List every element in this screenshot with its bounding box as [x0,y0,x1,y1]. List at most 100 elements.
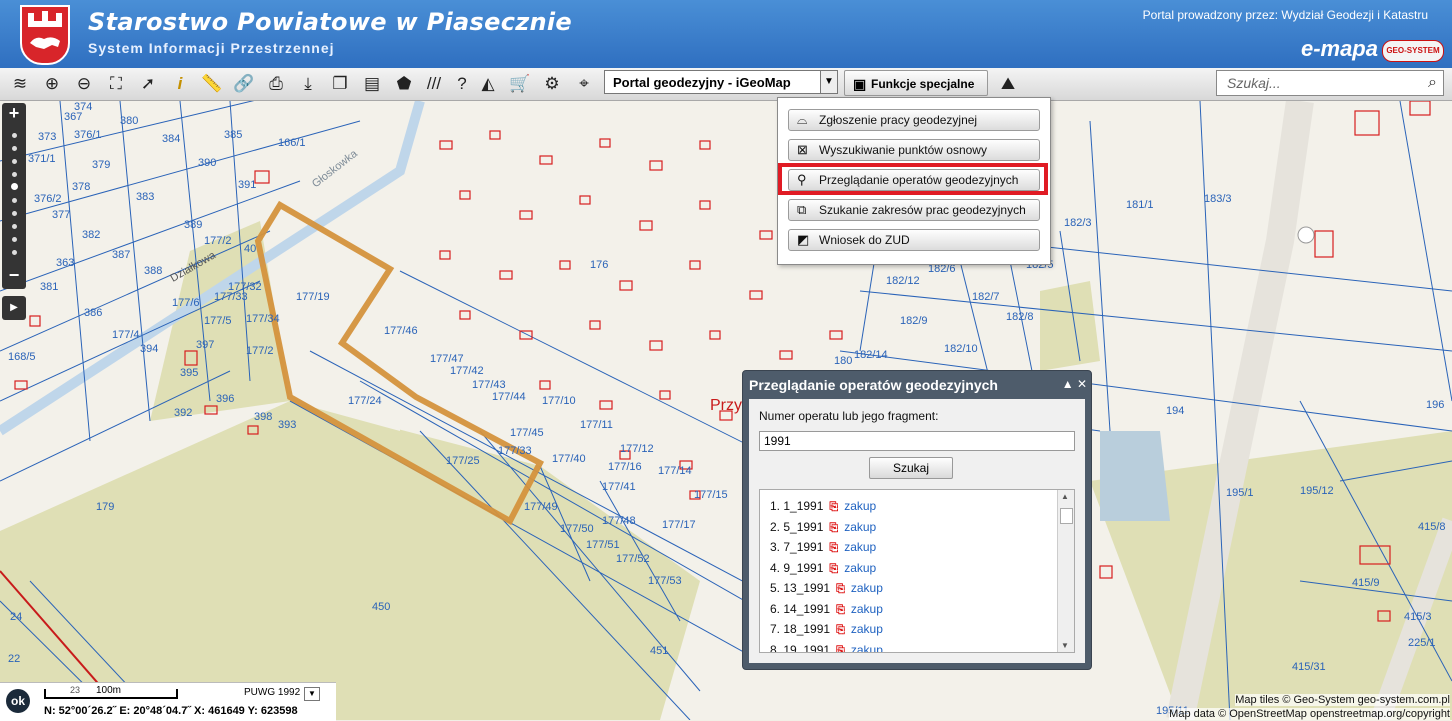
result-number: 2. 5_1991 [770,520,824,534]
parcel-label: 385 [224,129,243,141]
parcel-label: 177/47 [430,353,464,365]
parcel-label: 180 [834,355,853,367]
parcel-label: 182/8 [1006,311,1034,323]
zoom-in-icon[interactable]: ⊕ [40,72,64,96]
parcel-label: 373 [38,131,57,143]
zoom-level-dot[interactable] [12,133,17,138]
zoom-level-dot[interactable] [12,237,17,242]
help-icon[interactable]: ? [450,72,474,96]
search-button[interactable]: Szukaj [869,457,953,479]
download-icon[interactable]: ⤓ [296,72,320,96]
zoom-handle[interactable] [11,183,18,190]
zoom-extent-icon[interactable]: ⛶ [104,72,128,96]
cart-icon[interactable]: 🛒 [508,72,532,96]
triangle-icon[interactable]: ◭ [476,72,500,96]
pdf-icon[interactable]: ⎘ [829,518,838,538]
crs-dropdown-icon[interactable]: ▼ [304,687,320,701]
parcel-label: 166/1 [278,137,306,149]
purchase-link[interactable]: zakup [844,561,876,575]
pdf-icon[interactable]: ⎘ [829,497,838,517]
parcel-label: 177/43 [472,379,506,391]
purchase-link[interactable]: zakup [844,540,876,554]
menu-item-work-ranges[interactable]: ⧉ Szukanie zakresów prac geodezyjnych [788,199,1040,221]
menu-item-control-points[interactable]: ⊠ Wyszukiwanie punktów osnowy [788,139,1040,161]
results-list[interactable]: 1. 1_1991 ⎘ zakup 2. 5_1991 ⎘ zakup 3. 7_199… [759,489,1075,653]
layers-icon[interactable]: ≋ [8,72,32,96]
parcel-label: 177/52 [616,553,650,565]
pdf-icon[interactable]: ⎘ [829,559,838,579]
scroll-down-icon[interactable]: ▼ [1061,641,1069,650]
zoom-level-dot[interactable] [12,211,17,216]
zoom-minus-button[interactable]: − [2,265,26,286]
terrain-icon[interactable]: ⛰ [996,72,1020,96]
hatch-icon[interactable]: /// [422,72,446,96]
purchase-link[interactable]: zakup [844,520,876,534]
pdf-icon[interactable]: ⎘ [836,620,845,640]
collapse-icon[interactable]: ▲ [1062,377,1074,391]
measure-icon[interactable]: 📏 [200,72,224,96]
purchase-link[interactable]: zakup [844,499,876,513]
menu-item-report-work[interactable]: ⌓ Zgłoszenie pracy geodezyjnej [788,109,1040,131]
pdf-icon[interactable]: ⎘ [836,600,845,620]
zoom-level-dot[interactable] [12,250,17,255]
results-scrollbar[interactable]: ▲ ▼ [1057,490,1074,652]
panel-toggle-icon[interactable]: ▶ [2,296,26,320]
menu-item-zud-request[interactable]: ◩ Wniosek do ZUD [788,229,1040,251]
zoom-plus-button[interactable]: + [2,103,26,124]
highlight-frame [778,163,1048,195]
link-icon[interactable]: 🔗 [232,72,256,96]
layout-icon[interactable]: ▤ [360,72,384,96]
search-icon[interactable]: ⌕ [1428,71,1437,95]
shape-icon[interactable]: ⬟ [392,72,416,96]
parcel-label: 371/1 [28,153,56,165]
zoom-level-dot[interactable] [12,172,17,177]
purchase-link[interactable]: zakup [851,602,883,616]
pdf-icon[interactable]: ⎘ [836,641,845,652]
parcel-label: 363 [56,257,75,269]
parcel-label: 177/48 [602,515,636,527]
osm-attribution[interactable]: Map data © OpenStreetMap openstreetmap.o… [1169,708,1450,720]
special-functions-button[interactable]: ▣ Funkcje specjalne [844,70,988,96]
scroll-up-icon[interactable]: ▲ [1061,492,1069,501]
parcel-label: 396 [216,393,235,405]
portal-select-value: Portal geodezyjny - iGeoMap [613,75,791,90]
brand-logo-text: e-mapa [1300,36,1378,61]
zoom-out-icon[interactable]: ⊖ [72,72,96,96]
close-icon[interactable]: ✕ [1077,377,1087,391]
portal-select[interactable]: Portal geodezyjny - iGeoMap ▼ [604,70,838,94]
parcel-label: 415/9 [1352,577,1380,589]
purchase-link[interactable]: zakup [851,581,883,595]
parcel-label: 176 [590,259,609,271]
operat-number-input[interactable]: 1991 [759,431,1075,451]
result-number: 6. 14_1991 [770,602,831,616]
purchase-link[interactable]: zakup [851,622,883,636]
map-canvas[interactable]: 374 367 380 373 376/1 384 385 166/1 379 … [0,101,1452,720]
zoom-level-dot[interactable] [12,224,17,229]
zoom-level-dot[interactable] [12,198,17,203]
settings-icon[interactable]: ⚙ [540,72,564,96]
result-number: 5. 13_1991 [770,581,831,595]
parcel-label: 398 [254,411,273,423]
zoom-level-dot[interactable] [12,146,17,151]
chevron-down-icon[interactable]: ▼ [820,71,837,93]
purchase-link[interactable]: zakup [851,643,883,652]
pdf-icon[interactable]: ⎘ [836,579,845,599]
search-input[interactable]: Szukaj... ⌕ [1216,70,1444,96]
parcel-label: 382 [82,229,101,241]
info-icon[interactable]: i [168,72,192,96]
ok-button[interactable]: ok [6,689,30,713]
parcel-label: 177/44 [492,391,526,403]
location-icon[interactable]: ⌖ [572,72,596,96]
tiles-attribution[interactable]: Map tiles © Geo-System geo-system.com.pl [1235,694,1450,706]
zoom-level-dot[interactable] [12,159,17,164]
scroll-thumb[interactable] [1060,508,1073,524]
page-title: Starostwo Powiatowe w Piasecznie [88,8,572,36]
pointer-icon[interactable]: ➚ [136,72,160,96]
parcel-label: 389 [184,219,203,231]
list-item: 1. 1_1991 ⎘ zakup [770,496,876,516]
pdf-icon[interactable]: ⎘ [829,538,838,558]
list-item: 7. 18_1991 ⎘ zakup [770,619,883,639]
print-icon[interactable]: ⎙ [264,72,288,96]
zoom-slider[interactable]: + − [2,103,26,289]
copy-icon[interactable]: ❐ [328,72,352,96]
